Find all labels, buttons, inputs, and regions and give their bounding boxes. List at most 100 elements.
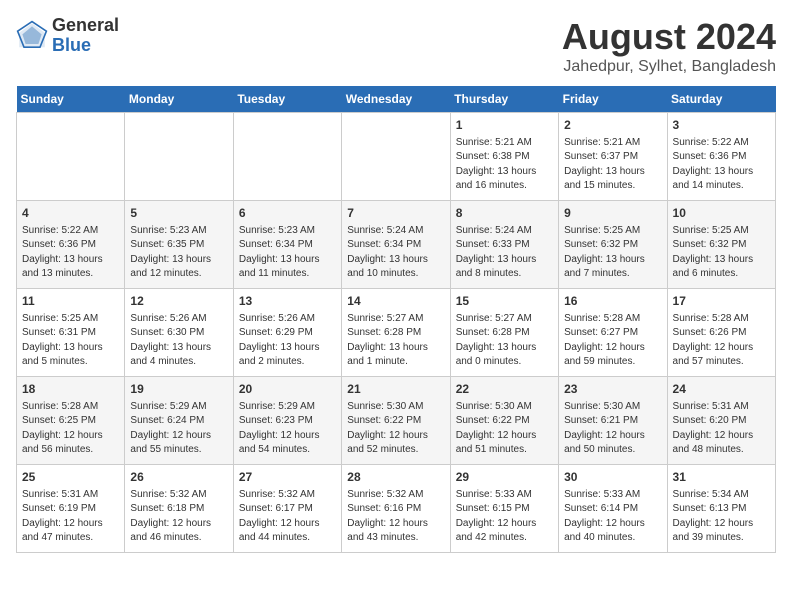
calendar-cell: 29Sunrise: 5:33 AM Sunset: 6:15 PM Dayli…: [450, 465, 558, 553]
calendar-cell: 6 Sunrise: 5:23 AM Sunset: 6:34 PM Daylig…: [233, 201, 341, 289]
day-info: Sunrise: 5:27 AM Sunset: 6:28 PM Dayligh…: [347, 312, 444, 370]
day-info: Sunrise: 5:32 AM Sunset: 6:18 PM Dayligh…: [130, 488, 227, 546]
logo-icon: [16, 20, 48, 52]
calendar-header: SundayMondayTuesdayWednesdayThursdayFrid…: [17, 86, 776, 113]
day-info: Sunrise: 5:22 AM Sunset: 6:36 PM Dayligh…: [22, 224, 119, 282]
day-info: Sunrise: 5:33 AM Sunset: 6:15 PM Dayligh…: [456, 488, 553, 546]
weekday-header-sunday: Sunday: [17, 86, 125, 113]
weekday-header-saturday: Saturday: [667, 86, 775, 113]
day-info: Sunrise: 5:25 AM Sunset: 6:31 PM Dayligh…: [22, 312, 119, 370]
day-info: Sunrise: 5:31 AM Sunset: 6:20 PM Dayligh…: [673, 400, 770, 458]
calendar-cell: 18 Sunrise: 5:28 AM Sunset: 6:25 PM Dayli…: [17, 377, 125, 465]
calendar-cell: 26 Sunrise: 5:32 AM Sunset: 6:18 PM Dayli…: [125, 465, 233, 553]
day-number: 20: [239, 381, 336, 398]
day-number: 4: [22, 205, 119, 222]
day-info: Sunrise: 5:32 AM Sunset: 6:16 PM Dayligh…: [347, 488, 444, 546]
day-info: Sunrise: 5:24 AM Sunset: 6:33 PM Dayligh…: [456, 224, 553, 282]
day-number: 12: [130, 293, 227, 310]
day-info: Sunrise: 5:22 AM Sunset: 6:36 PM Dayligh…: [673, 136, 770, 194]
day-info: Sunrise: 5:26 AM Sunset: 6:29 PM Dayligh…: [239, 312, 336, 370]
day-number: 18: [22, 381, 119, 398]
week-row-4: 18 Sunrise: 5:28 AM Sunset: 6:25 PM Dayli…: [17, 377, 776, 465]
logo-line2: Blue: [52, 36, 119, 56]
page-header: General Blue August 2024 Jahedpur, Sylhe…: [16, 16, 776, 76]
week-row-1: 1Sunrise: 5:21 AM Sunset: 6:38 PM Daylig…: [17, 113, 776, 201]
calendar-body: 1Sunrise: 5:21 AM Sunset: 6:38 PM Daylig…: [17, 113, 776, 553]
calendar-cell: 25 Sunrise: 5:31 AM Sunset: 6:19 PM Dayli…: [17, 465, 125, 553]
weekday-header-monday: Monday: [125, 86, 233, 113]
day-number: 6: [239, 205, 336, 222]
day-info: Sunrise: 5:23 AM Sunset: 6:35 PM Dayligh…: [130, 224, 227, 282]
calendar-cell: 28 Sunrise: 5:32 AM Sunset: 6:16 PM Dayli…: [342, 465, 450, 553]
day-info: Sunrise: 5:30 AM Sunset: 6:21 PM Dayligh…: [564, 400, 661, 458]
calendar-cell: 31 Sunrise: 5:34 AM Sunset: 6:13 PM Dayli…: [667, 465, 775, 553]
calendar-cell: 15Sunrise: 5:27 AM Sunset: 6:28 PM Dayli…: [450, 289, 558, 377]
day-info: Sunrise: 5:28 AM Sunset: 6:27 PM Dayligh…: [564, 312, 661, 370]
day-number: 26: [130, 469, 227, 486]
day-info: Sunrise: 5:28 AM Sunset: 6:25 PM Dayligh…: [22, 400, 119, 458]
weekday-header-tuesday: Tuesday: [233, 86, 341, 113]
day-info: Sunrise: 5:32 AM Sunset: 6:17 PM Dayligh…: [239, 488, 336, 546]
day-number: 5: [130, 205, 227, 222]
calendar-cell: 9Sunrise: 5:25 AM Sunset: 6:32 PM Daylig…: [559, 201, 667, 289]
weekday-header-wednesday: Wednesday: [342, 86, 450, 113]
day-number: 19: [130, 381, 227, 398]
day-number: 31: [673, 469, 770, 486]
calendar-cell: 13 Sunrise: 5:26 AM Sunset: 6:29 PM Dayli…: [233, 289, 341, 377]
day-info: Sunrise: 5:25 AM Sunset: 6:32 PM Dayligh…: [673, 224, 770, 282]
location: Jahedpur, Sylhet, Bangladesh: [562, 58, 776, 76]
calendar-cell: [233, 113, 341, 201]
calendar-cell: 19Sunrise: 5:29 AM Sunset: 6:24 PM Dayli…: [125, 377, 233, 465]
day-number: 3: [673, 117, 770, 134]
day-number: 17: [673, 293, 770, 310]
day-info: Sunrise: 5:33 AM Sunset: 6:14 PM Dayligh…: [564, 488, 661, 546]
calendar-cell: [125, 113, 233, 201]
calendar-cell: 16 Sunrise: 5:28 AM Sunset: 6:27 PM Dayli…: [559, 289, 667, 377]
day-number: 24: [673, 381, 770, 398]
calendar-cell: 20 Sunrise: 5:29 AM Sunset: 6:23 PM Dayli…: [233, 377, 341, 465]
day-number: 15: [456, 293, 553, 310]
calendar-cell: 1Sunrise: 5:21 AM Sunset: 6:38 PM Daylig…: [450, 113, 558, 201]
calendar-cell: 7Sunrise: 5:24 AM Sunset: 6:34 PM Daylig…: [342, 201, 450, 289]
day-info: Sunrise: 5:31 AM Sunset: 6:19 PM Dayligh…: [22, 488, 119, 546]
day-info: Sunrise: 5:23 AM Sunset: 6:34 PM Dayligh…: [239, 224, 336, 282]
day-info: Sunrise: 5:25 AM Sunset: 6:32 PM Dayligh…: [564, 224, 661, 282]
day-number: 11: [22, 293, 119, 310]
day-number: 13: [239, 293, 336, 310]
day-info: Sunrise: 5:34 AM Sunset: 6:13 PM Dayligh…: [673, 488, 770, 546]
day-number: 25: [22, 469, 119, 486]
month-year: August 2024: [562, 16, 776, 58]
calendar-cell: 2Sunrise: 5:21 AM Sunset: 6:37 PM Daylig…: [559, 113, 667, 201]
logo-line1: General: [52, 16, 119, 36]
calendar-cell: 5 Sunrise: 5:23 AM Sunset: 6:35 PM Daylig…: [125, 201, 233, 289]
day-number: 28: [347, 469, 444, 486]
calendar-table: SundayMondayTuesdayWednesdayThursdayFrid…: [16, 86, 776, 553]
calendar-cell: 27Sunrise: 5:32 AM Sunset: 6:17 PM Dayli…: [233, 465, 341, 553]
day-number: 23: [564, 381, 661, 398]
calendar-cell: [342, 113, 450, 201]
day-number: 22: [456, 381, 553, 398]
weekday-header-friday: Friday: [559, 86, 667, 113]
calendar-cell: 8Sunrise: 5:24 AM Sunset: 6:33 PM Daylig…: [450, 201, 558, 289]
calendar-cell: 12 Sunrise: 5:26 AM Sunset: 6:30 PM Dayli…: [125, 289, 233, 377]
weekday-header-row: SundayMondayTuesdayWednesdayThursdayFrid…: [17, 86, 776, 113]
day-number: 10: [673, 205, 770, 222]
day-info: Sunrise: 5:26 AM Sunset: 6:30 PM Dayligh…: [130, 312, 227, 370]
day-info: Sunrise: 5:30 AM Sunset: 6:22 PM Dayligh…: [347, 400, 444, 458]
day-info: Sunrise: 5:21 AM Sunset: 6:38 PM Dayligh…: [456, 136, 553, 194]
calendar-cell: 11 Sunrise: 5:25 AM Sunset: 6:31 PM Dayli…: [17, 289, 125, 377]
calendar-cell: 10 Sunrise: 5:25 AM Sunset: 6:32 PM Dayli…: [667, 201, 775, 289]
week-row-3: 11 Sunrise: 5:25 AM Sunset: 6:31 PM Dayli…: [17, 289, 776, 377]
day-info: Sunrise: 5:29 AM Sunset: 6:23 PM Dayligh…: [239, 400, 336, 458]
calendar-cell: 24 Sunrise: 5:31 AM Sunset: 6:20 PM Dayli…: [667, 377, 775, 465]
calendar-cell: [17, 113, 125, 201]
day-info: Sunrise: 5:30 AM Sunset: 6:22 PM Dayligh…: [456, 400, 553, 458]
day-number: 16: [564, 293, 661, 310]
week-row-2: 4 Sunrise: 5:22 AM Sunset: 6:36 PM Daylig…: [17, 201, 776, 289]
calendar-cell: 22 Sunrise: 5:30 AM Sunset: 6:22 PM Dayli…: [450, 377, 558, 465]
calendar-cell: 23 Sunrise: 5:30 AM Sunset: 6:21 PM Dayli…: [559, 377, 667, 465]
day-number: 2: [564, 117, 661, 134]
calendar-cell: 3 Sunrise: 5:22 AM Sunset: 6:36 PM Daylig…: [667, 113, 775, 201]
week-row-5: 25 Sunrise: 5:31 AM Sunset: 6:19 PM Dayli…: [17, 465, 776, 553]
logo: General Blue: [16, 16, 119, 56]
